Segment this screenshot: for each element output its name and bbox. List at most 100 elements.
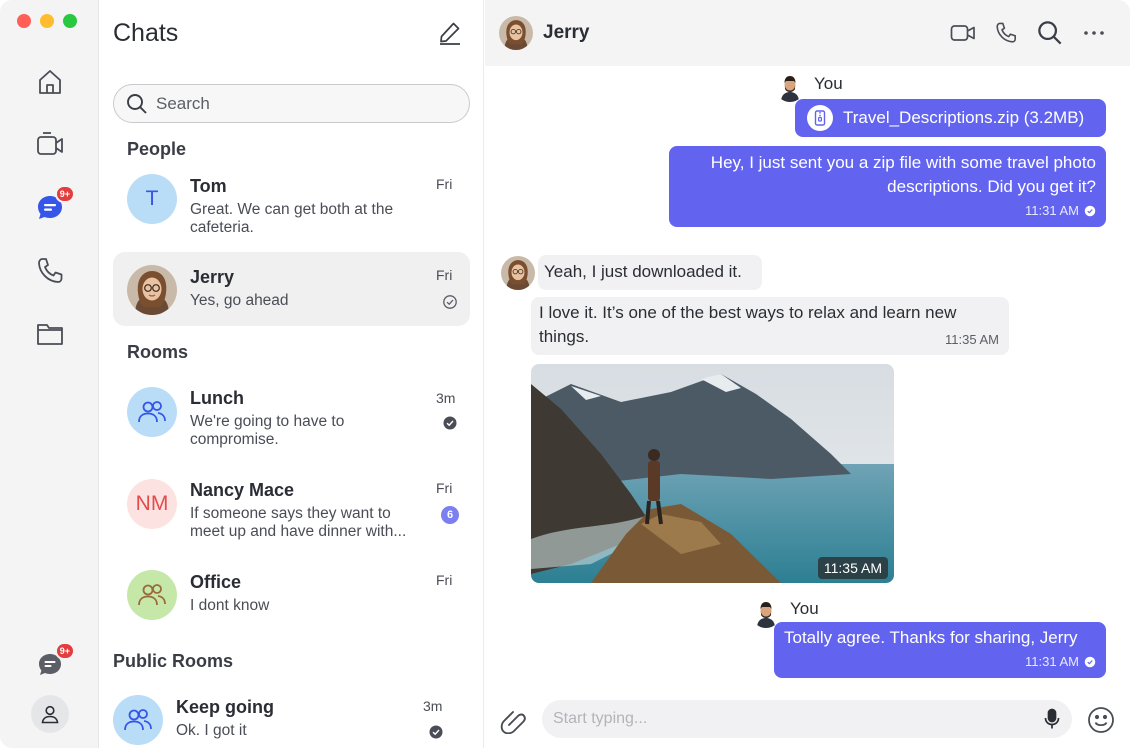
chat-name: Jerry: [190, 267, 235, 287]
contact-avatar: [501, 256, 535, 290]
phone-call-icon[interactable]: [992, 19, 1020, 47]
sender-label: You: [814, 74, 843, 93]
chat-time: Fri: [436, 572, 453, 588]
chat-name: Lunch: [190, 388, 244, 408]
avatar: NM: [127, 479, 177, 529]
more-options-icon[interactable]: [1080, 19, 1108, 47]
delivered-icon: [429, 725, 443, 739]
chat-preview: Great. We can get both at the cafeteria.: [190, 201, 394, 236]
chat-time: Fri: [436, 267, 453, 283]
emoji-icon[interactable]: [1086, 705, 1116, 735]
message-time: 11:35 AM: [945, 332, 999, 347]
close-window-button[interactable]: [17, 14, 31, 28]
chat-item-lunch[interactable]: Lunch We're going to have to compromise.…: [113, 378, 470, 458]
message-meta: 11:31 AM: [784, 650, 1096, 674]
section-public-rooms: Public Rooms: [113, 651, 234, 671]
outgoing-message: Hey, I just sent you a zip file with som…: [669, 146, 1106, 227]
incoming-message: I love it. It’s one of the best ways to …: [531, 297, 1009, 355]
search-field[interactable]: [113, 84, 470, 123]
chat-preview: We're going to have to compromise.: [190, 413, 345, 448]
message-time: 11:31 AM: [1025, 203, 1079, 218]
chat-item-office[interactable]: Office I dont know Fri: [113, 562, 470, 632]
maximize-window-button[interactable]: [63, 14, 77, 28]
video-icon[interactable]: [33, 128, 67, 162]
chat-preview: Ok. I got it: [176, 722, 247, 739]
section-people: People: [127, 139, 187, 159]
chat-time: Fri: [436, 176, 453, 192]
chat-time: Fri: [436, 480, 453, 496]
search-icon: [127, 93, 147, 114]
minimize-window-button[interactable]: [40, 14, 54, 28]
page-title: Chats: [113, 19, 179, 47]
folder-icon[interactable]: [33, 317, 67, 351]
read-icon: [443, 295, 457, 309]
conversation-panel: Jerry You Travel_Descriptions.zip (3.2MB…: [485, 0, 1130, 748]
chat-item-tom[interactable]: T Tom Great. We can get both at the cafe…: [113, 166, 470, 242]
file-attachment-message[interactable]: Travel_Descriptions.zip (3.2MB): [795, 99, 1106, 137]
unread-badge: 6: [441, 506, 459, 524]
window-controls: [17, 14, 77, 28]
group-avatar: [127, 387, 177, 437]
message-time: 11:31 AM: [1025, 654, 1079, 669]
chat-app-window: 9+ 9+ Chats People T Tom Great.: [0, 0, 1130, 748]
chat-name: Tom: [190, 176, 227, 196]
chat-preview: Yes, go ahead: [190, 292, 289, 309]
delivered-icon: [1084, 656, 1096, 668]
chat-preview: If someone says they want to meet up and…: [190, 505, 407, 540]
group-avatar: [127, 570, 177, 620]
message-text: Yeah, I just downloaded it.: [544, 262, 742, 281]
chat-name: Nancy Mace: [190, 480, 295, 500]
video-call-icon[interactable]: [949, 19, 977, 47]
attachment-icon[interactable]: [499, 706, 527, 735]
message-composer: [485, 690, 1130, 748]
my-avatar: [775, 72, 805, 102]
message-input-box[interactable]: [542, 700, 1072, 738]
chat-list-panel: Chats People T Tom Great. We can get bot…: [99, 0, 484, 748]
chat-name: Office: [190, 572, 242, 592]
group-avatar: [113, 695, 163, 745]
messages-shortcut-icon[interactable]: 9+: [33, 642, 75, 682]
message-input[interactable]: [553, 710, 1023, 728]
delivered-icon: [443, 416, 457, 430]
file-name[interactable]: Travel_Descriptions.zip (3.2MB): [843, 106, 1084, 130]
avatar: T: [127, 174, 177, 224]
group-icon: [124, 709, 152, 731]
message-text: Totally agree. Thanks for sharing, Jerry: [784, 628, 1078, 647]
chat-item-jerry[interactable]: Jerry Yes, go ahead Fri: [113, 252, 470, 326]
chat-badge: 9+: [54, 185, 75, 203]
chat-item-nancy-mace[interactable]: NM Nancy Mace If someone says they want …: [113, 470, 470, 552]
incoming-message: Yeah, I just downloaded it.: [538, 255, 762, 290]
search-input[interactable]: [156, 93, 446, 114]
chat-time: 3m: [423, 698, 443, 714]
message-text: Hey, I just sent you a zip file with som…: [710, 153, 1096, 196]
search-icon[interactable]: [1036, 19, 1064, 47]
section-rooms: Rooms: [127, 342, 189, 362]
chat-time: 3m: [436, 390, 456, 406]
conversation-header: Jerry: [485, 0, 1130, 66]
messages-badge: 9+: [54, 642, 75, 660]
chat-preview: I dont know: [190, 597, 270, 614]
chat-item-keep-going[interactable]: Keep going Ok. I got it 3m: [99, 686, 456, 748]
shared-photo[interactable]: 11:35 AM: [531, 364, 894, 583]
microphone-icon[interactable]: [1042, 708, 1062, 730]
chat-name: Keep going: [176, 697, 274, 717]
delivered-icon: [1084, 205, 1096, 217]
compose-icon[interactable]: [437, 20, 463, 46]
message-meta: 11:31 AM: [684, 199, 1096, 223]
user-icon: [41, 705, 59, 724]
phone-icon[interactable]: [33, 254, 67, 288]
avatar: [127, 265, 177, 315]
navigation-rail: 9+ 9+: [0, 0, 99, 748]
group-icon: [138, 584, 166, 606]
profile-avatar[interactable]: [31, 695, 69, 733]
contact-name[interactable]: Jerry: [543, 22, 590, 44]
group-icon: [138, 401, 166, 423]
chat-icon[interactable]: 9+: [33, 185, 75, 225]
home-icon[interactable]: [33, 65, 67, 99]
outgoing-message: Totally agree. Thanks for sharing, Jerry…: [774, 622, 1106, 678]
photo-time: 11:35 AM: [817, 557, 888, 579]
contact-avatar[interactable]: [499, 16, 533, 50]
sender-label: You: [790, 599, 819, 618]
zip-file-icon: [807, 105, 833, 131]
landscape-photo: [531, 364, 894, 583]
